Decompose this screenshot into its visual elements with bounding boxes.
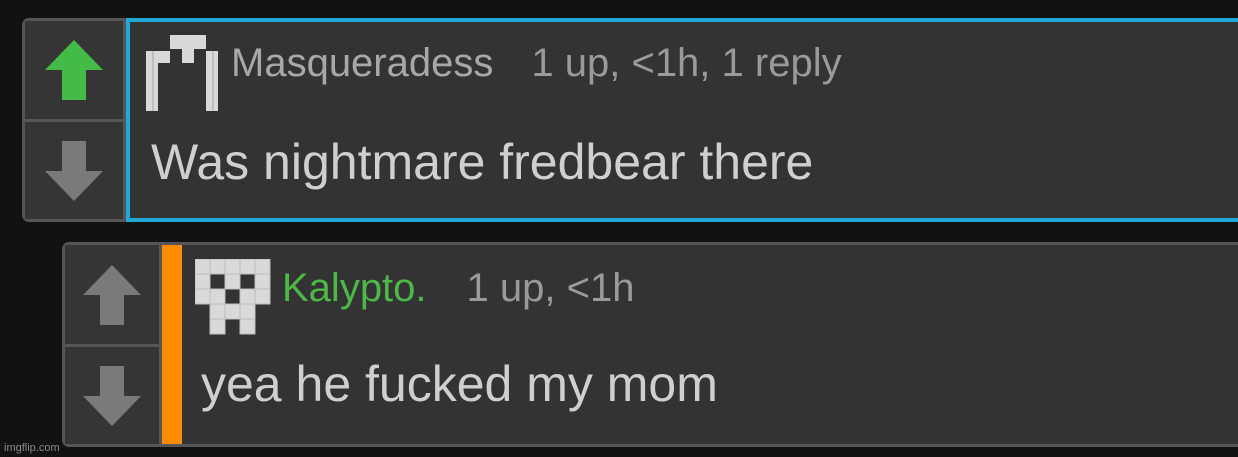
arrow-up-icon (45, 40, 103, 100)
reply-depth-bar (162, 245, 182, 444)
arrow-down-icon (83, 365, 141, 426)
watermark: imgflip.com (4, 442, 60, 454)
comment-meta: 1 up, <1h (466, 266, 635, 310)
downvote-button[interactable] (25, 122, 123, 219)
arrow-up-icon (83, 264, 141, 325)
avatar (146, 35, 218, 111)
comment-header: Kalypto. 1 up, <1h (282, 266, 634, 311)
vote-column (65, 245, 162, 444)
comment-header: Masqueradess 1 up, <1h, 1 reply (231, 41, 842, 86)
comment-body: Kalypto. 1 up, <1h yea he fucked my mom (162, 245, 1238, 444)
comment: Masqueradess 1 up, <1h, 1 reply Was nigh… (22, 18, 1238, 222)
comment-body: Masqueradess 1 up, <1h, 1 reply Was nigh… (126, 18, 1238, 222)
comment-reply: Kalypto. 1 up, <1h yea he fucked my mom (62, 242, 1238, 447)
username[interactable]: Masqueradess (231, 41, 493, 86)
downvote-button[interactable] (65, 347, 159, 444)
upvote-button[interactable] (65, 245, 159, 347)
comment-text: Was nightmare fredbear there (151, 134, 814, 190)
vote-column (25, 21, 126, 219)
comment-text: yea he fucked my mom (201, 356, 718, 412)
upvote-button[interactable] (25, 21, 123, 122)
username[interactable]: Kalypto. (282, 266, 427, 311)
avatar (195, 259, 271, 335)
comment-meta: 1 up, <1h, 1 reply (531, 41, 842, 85)
arrow-down-icon (45, 140, 103, 201)
